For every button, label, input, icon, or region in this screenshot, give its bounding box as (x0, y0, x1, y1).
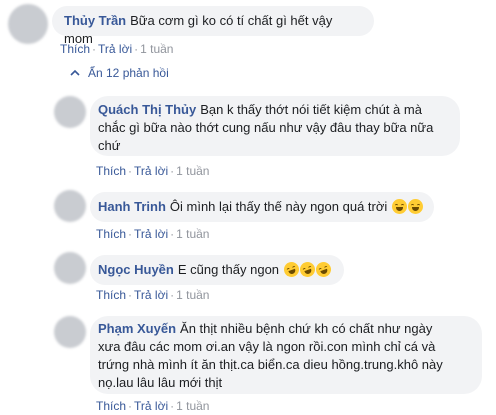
rofl-emoji (281, 259, 301, 280)
comment-author[interactable]: Thủy Trần (64, 13, 126, 28)
reply-time[interactable]: 1 tuần (176, 288, 209, 302)
chevron-up-icon (70, 69, 80, 76)
reply-link[interactable]: Trả lời (134, 288, 168, 302)
like-link[interactable]: Thích (96, 288, 126, 302)
reply-text-line: trứng nhà mình ít ăn thịt.ca biển.ca die… (98, 357, 443, 372)
reply-actions: Thích · Trả lời · 1 tuần (96, 227, 210, 241)
reply-time[interactable]: 1 tuần (176, 164, 209, 178)
reply-text: E cũng thấy ngon (177, 262, 280, 277)
reply-link[interactable]: Trả lời (134, 227, 168, 241)
reply-author[interactable]: Phạm Xuyến (98, 321, 176, 336)
like-link[interactable]: Thích (60, 42, 90, 56)
reply-text-line: Ăn thịt nhiều bệnh chứ kh có chất như ng… (180, 321, 433, 336)
comment-time[interactable]: 1 tuần (140, 42, 173, 56)
reply-link[interactable]: Trả lời (134, 399, 168, 413)
like-link[interactable]: Thích (96, 164, 126, 178)
reply-text-line: nọ.lau lâu lâu mới thịt (98, 375, 223, 390)
reply-text-line: Bạn k thấy thớt nói tiết kiệm chút à mà (200, 102, 422, 117)
rofl-emoji (313, 259, 333, 280)
grinning-sweat-emoji (407, 199, 423, 214)
reply-text: Ôi mình lại thấy thế này ngon quá trời (169, 199, 388, 214)
comment-actions: Thích · Trả lời · 1 tuần (60, 42, 174, 56)
reply-bubble: Phạm Xuyến Ăn thịt nhiều bệnh chứ kh có c… (90, 316, 482, 394)
avatar[interactable] (54, 252, 86, 284)
avatar[interactable] (54, 190, 86, 222)
reply-actions: Thích · Trả lời · 1 tuần (96, 399, 210, 413)
reply-text-line: chứ (98, 138, 121, 153)
reply-link[interactable]: Trả lời (98, 42, 132, 56)
reply-author[interactable]: Hanh Trinh (98, 199, 166, 214)
reply-author[interactable]: Ngọc Huyền (98, 262, 174, 277)
reply-time[interactable]: 1 tuần (176, 227, 209, 241)
avatar[interactable] (8, 4, 48, 44)
reply-link[interactable]: Trả lời (134, 164, 168, 178)
avatar[interactable] (54, 316, 86, 348)
grinning-sweat-emoji (391, 199, 407, 214)
hide-replies-label[interactable]: Ẩn 12 phản hồi (88, 66, 169, 80)
like-link[interactable]: Thích (96, 399, 126, 413)
reply-bubble: Hanh Trinh Ôi mình lại thấy thế này ngon … (90, 192, 434, 222)
reply-bubble: Ngọc Huyền E cũng thấy ngon (90, 255, 344, 285)
comment-bubble: Thủy Trần Bữa cơm gì ko có tí chất gì hết… (52, 6, 374, 46)
reply-actions: Thích · Trả lời · 1 tuần (96, 164, 210, 178)
like-link[interactable]: Thích (96, 227, 126, 241)
reply-text-line: chắc gì bữa nào thớt cung nấu như vậy đâ… (98, 120, 434, 135)
reply-text-line: xưa đâu các mom ơi.an vậy là ngon rồi.co… (98, 339, 436, 354)
reply-bubble: Quách Thị Thủy Bạn k thấy thớt nói tiết k… (90, 96, 460, 156)
hide-replies-link[interactable]: Ẩn 12 phản hồi (70, 66, 169, 80)
reply-author[interactable]: Quách Thị Thủy (98, 102, 196, 117)
reply-actions: Thích · Trả lời · 1 tuần (96, 288, 210, 302)
rofl-emoji (297, 259, 317, 280)
avatar[interactable] (54, 96, 86, 128)
reply-time[interactable]: 1 tuần (176, 399, 209, 413)
